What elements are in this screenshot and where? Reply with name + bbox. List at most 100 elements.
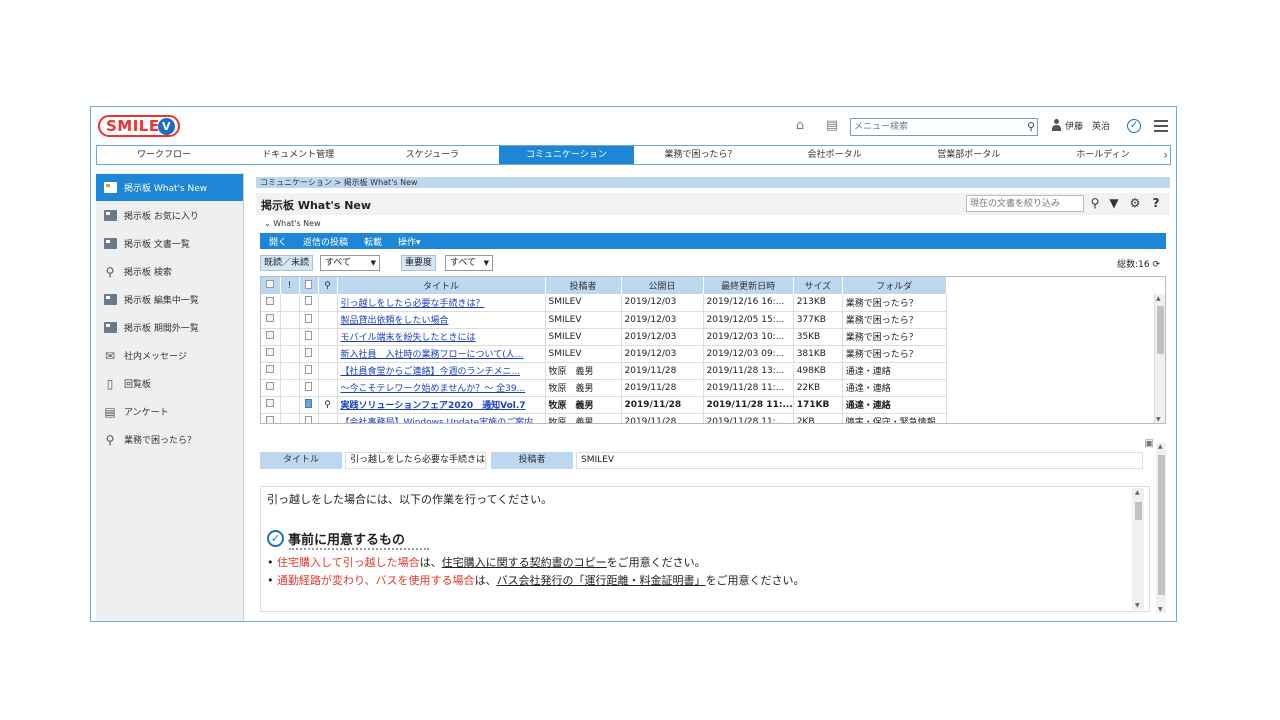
table-row[interactable]: ⚲ 実践ソリューションフェア2020 通知Vol.7 牧原 義男 2019/11/28… [261, 396, 1152, 414]
document-link[interactable]: 新入社員 入社時の業務フローについて(人... [341, 350, 524, 360]
preview-pane-scrollbar[interactable]: ▲ ▼ [1156, 443, 1166, 613]
smilev-check-icon[interactable]: ✓ [1127, 119, 1141, 133]
preview-body-scrollbar[interactable]: ▲ ▼ [1132, 488, 1144, 610]
row-checkbox[interactable] [261, 379, 281, 397]
chevron-right-icon[interactable]: › [1163, 148, 1168, 162]
sidebar-item-5[interactable]: 掲示板 期間外一覧 [96, 314, 243, 341]
table-row[interactable]: 【会社事務局】Windows Update実施のご案内 牧原 義男 2019/11/… [261, 413, 1152, 423]
document-link[interactable]: 引っ越しをしたら必要な手続きは？ [341, 299, 485, 309]
filters-row: 既読／未読 すべて ▼ 重要度 すべて ▼ 総数:16 ⟳ [260, 255, 1166, 273]
title-cell[interactable]: 【社員食堂からご連絡】今週のランチメニ... [337, 362, 546, 380]
action-3[interactable]: 操作▾ [398, 235, 421, 248]
sidebar-item-label: 掲示板 What's New [124, 184, 208, 194]
search-icon[interactable]: ⚲ [1088, 196, 1102, 210]
sidebar-item-3[interactable]: ⚲ 掲示板 検索 [96, 258, 243, 285]
document-link[interactable]: モバイル端末を紛失したときには [341, 333, 476, 343]
scroll-down-icon[interactable]: ▼ [1158, 606, 1163, 613]
title-cell[interactable]: ～今こそテレワーク始めませんか？～ 全39... [337, 379, 546, 397]
scroll-up-icon[interactable]: ▲ [1135, 489, 1140, 496]
refresh-icon[interactable]: ⟳ [1152, 260, 1160, 270]
row-checkbox[interactable] [261, 413, 281, 423]
sidebar-item-2[interactable]: 掲示板 文書一覧 [96, 230, 243, 257]
nav-tab-5[interactable]: 会社ポータル [768, 146, 902, 164]
hamburger-menu-icon[interactable] [1154, 120, 1168, 132]
column-header-folder[interactable]: フォルダ [842, 277, 947, 294]
document-link[interactable]: 【社員食堂からご連絡】今週のランチメニ... [341, 367, 521, 377]
table-scrollbar[interactable]: ▲ ▼ [1154, 294, 1165, 423]
document-link[interactable]: 【会社事務局】Windows Update実施のご案内 [341, 418, 534, 423]
nav-tab-2[interactable]: スケジューラ [365, 146, 499, 164]
priority-column-icon[interactable]: ! [280, 277, 300, 294]
column-header-updated[interactable]: 最終更新日時 [703, 277, 794, 294]
table-row[interactable]: モバイル端末を紛失したときには SMILEV 2019/12/03 2019/12/0… [261, 328, 1152, 346]
read-filter-select[interactable]: すべて ▼ [320, 255, 380, 271]
gear-icon[interactable]: ⚙ [1128, 196, 1142, 210]
tray-icon[interactable]: ⌂ [793, 119, 807, 133]
menu-search-input[interactable] [851, 119, 1011, 135]
document-link[interactable]: 製品貸出依頼をしたい場合 [341, 316, 449, 326]
scroll-down-icon[interactable]: ▼ [1135, 602, 1140, 609]
select-all-checkbox[interactable] [261, 277, 281, 294]
sidebar-item-8[interactable]: ▤ アンケート [96, 398, 243, 425]
row-checkbox[interactable] [261, 396, 281, 414]
column-header-title[interactable]: タイトル [337, 277, 546, 294]
column-header-author[interactable]: 投稿者 [545, 277, 622, 294]
table-scroll-thumb[interactable] [1157, 306, 1164, 354]
nav-tab-4[interactable]: 業務で困ったら？ [634, 146, 768, 164]
scroll-up-icon[interactable]: ▲ [1158, 443, 1163, 450]
search-icon: ⚲ [105, 264, 115, 279]
title-cell[interactable]: 実践ソリューションフェア2020 通知Vol.7 [337, 396, 546, 414]
document-link[interactable]: 実践ソリューションフェア2020 通知Vol.7 [341, 401, 526, 411]
window-icon[interactable]: ▣ [1145, 438, 1154, 449]
table-row[interactable]: 引っ越しをしたら必要な手続きは？ SMILEV 2019/12/03 2019/12/… [261, 294, 1152, 312]
nav-tab-1[interactable]: ドキュメント管理 [231, 146, 365, 164]
user-info[interactable]: 伊藤 英治 [1051, 119, 1110, 132]
search-icon[interactable]: ⚲ [1027, 120, 1035, 133]
menu-search[interactable]: ⚲ [850, 118, 1038, 136]
title-cell[interactable]: 引っ越しをしたら必要な手続きは？ [337, 294, 546, 312]
row-checkbox[interactable] [261, 362, 281, 380]
priority-filter-select[interactable]: すべて ▼ [445, 255, 493, 271]
scroll-up-icon[interactable]: ▲ [1156, 295, 1161, 302]
scroll-down-icon[interactable]: ▼ [1156, 416, 1161, 423]
row-checkbox[interactable] [261, 294, 281, 312]
row-checkbox[interactable] [261, 328, 281, 346]
sidebar-item-9[interactable]: ⚲ 業務で困ったら？ [96, 426, 243, 453]
title-cell[interactable]: 新入社員 入社時の業務フローについて(人... [337, 345, 546, 363]
nav-tab-7[interactable]: ホールディン [1036, 146, 1170, 164]
action-0[interactable]: 開く [269, 235, 287, 248]
sidebar-item-1[interactable]: 掲示板 お気に入り [96, 202, 243, 229]
title-cell[interactable]: 【会社事務局】Windows Update実施のご案内 [337, 413, 546, 423]
sidebar-item-7[interactable]: ▯ 回覧板 [96, 370, 243, 397]
read-column-icon[interactable] [299, 277, 319, 294]
preview-body-scroll-thumb[interactable] [1135, 502, 1142, 520]
sidebar-item-6[interactable]: ✉ 社内メッセージ [96, 342, 243, 369]
document-filter[interactable] [966, 195, 1084, 212]
help-icon[interactable]: ? [1149, 196, 1163, 210]
nav-tab-0[interactable]: ワークフロー [97, 146, 231, 164]
table-row[interactable]: 製品貸出依頼をしたい場合 SMILEV 2019/12/03 2019/12/05 1… [261, 311, 1152, 329]
row-checkbox[interactable] [261, 345, 281, 363]
document-filter-input[interactable] [967, 196, 1081, 211]
sidebar-item-4[interactable]: 掲示板 編集中一覧 [96, 286, 243, 313]
table-row[interactable]: 新入社員 入社時の業務フローについて(人... SMILEV 2019/12/03 2… [261, 345, 1152, 363]
document-link[interactable]: ～今こそテレワーク始めませんか？～ 全39... [341, 384, 526, 394]
row-checkbox[interactable] [261, 311, 281, 329]
column-header-size[interactable]: サイズ [793, 277, 843, 294]
table-row[interactable]: ～今こそテレワーク始めませんか？～ 全39... 牧原 義男 2019/11/28 2… [261, 379, 1152, 397]
smile-logo[interactable]: SMILE V [98, 115, 180, 137]
title-cell[interactable]: 製品貸出依頼をしたい場合 [337, 311, 546, 329]
attachment-column-icon[interactable]: ⚲ [318, 277, 338, 294]
filter-funnel-icon[interactable]: ▼ [1107, 196, 1121, 210]
table-row[interactable]: 【社員食堂からご連絡】今週のランチメニ... 牧原 義男 2019/11/28 201… [261, 362, 1152, 380]
nav-tab-6[interactable]: 営業部ポータル [902, 146, 1036, 164]
action-1[interactable]: 返信の投稿 [303, 235, 348, 248]
section-header[interactable]: ⌄ What's New [264, 219, 321, 228]
layout-icon[interactable]: ▤ [825, 119, 839, 133]
sidebar-item-0[interactable]: 掲示板 What's New [96, 174, 243, 201]
preview-pane-scroll-thumb[interactable] [1158, 455, 1165, 595]
action-2[interactable]: 転載 [364, 235, 382, 248]
column-header-published[interactable]: 公開日 [621, 277, 704, 294]
title-cell[interactable]: モバイル端末を紛失したときには [337, 328, 546, 346]
nav-tab-3[interactable]: コミュニケーション [499, 146, 634, 164]
